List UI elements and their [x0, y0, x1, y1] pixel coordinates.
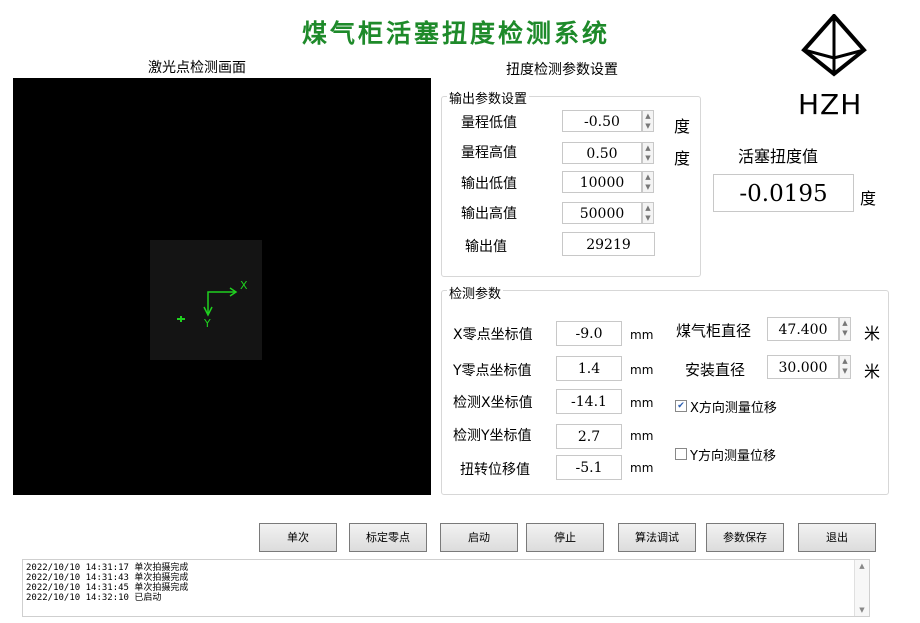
app-title: 煤气柜活塞扭度检测系统 — [301, 19, 610, 48]
save-params-button[interactable]: 参数保存 — [706, 523, 784, 552]
scroll-down-icon[interactable]: ▼ — [855, 604, 869, 616]
algorithm-debug-button[interactable]: 算法调试 — [618, 523, 696, 552]
install-unit: 米 — [864, 362, 881, 381]
twist-unit: 度 — [860, 189, 877, 208]
output-low-input[interactable]: 10000 — [562, 171, 642, 193]
install-label: 安装直径 — [685, 361, 746, 379]
range-low-input[interactable]: -0.50 — [562, 110, 642, 132]
exit-button[interactable]: 退出 — [798, 523, 876, 552]
diameter-label: 煤气柜直径 — [676, 322, 752, 340]
twist-disp-input[interactable]: -5.1 — [556, 455, 622, 480]
single-shot-button[interactable]: 单次 — [259, 523, 337, 552]
detect-group-title: 检测参数 — [447, 283, 504, 302]
log-line: 2022/10/10 14:31:43 单次拍摄完成 — [26, 573, 189, 583]
range-high-label: 量程高值 — [461, 145, 517, 161]
detect-x-label: 检测X坐标值 — [453, 395, 533, 411]
x-zero-input[interactable]: -9.0 — [556, 321, 622, 346]
x-direction-label[interactable]: X方向测量位移 — [690, 397, 777, 416]
y-zero-label: Y零点坐标值 — [453, 363, 532, 379]
x-zero-unit: mm — [630, 328, 654, 342]
scroll-up-icon[interactable]: ▲ — [855, 560, 869, 572]
output-high-spinner[interactable]: ▲ ▼ — [642, 202, 654, 224]
y-zero-unit: mm — [630, 363, 654, 377]
x-zero-label: X零点坐标值 — [453, 327, 533, 343]
diameter-unit: 米 — [864, 324, 881, 343]
camera-caption: 激光点检测画面 — [148, 60, 246, 76]
output-high-input[interactable]: 50000 — [562, 202, 642, 224]
log-line: 2022/10/10 14:32:10 已启动 — [26, 593, 162, 603]
range-high-input[interactable]: 0.50 — [562, 142, 642, 164]
twist-disp-unit: mm — [630, 461, 654, 475]
output-value-label: 输出值 — [465, 239, 507, 255]
start-button[interactable]: 启动 — [440, 523, 518, 552]
detect-x-input[interactable]: -14.1 — [556, 389, 622, 414]
y-direction-checkbox[interactable] — [675, 448, 687, 460]
install-spinner[interactable]: ▲ ▼ — [839, 355, 851, 379]
y-zero-input[interactable]: 1.4 — [556, 356, 622, 381]
detect-x-unit: mm — [630, 396, 654, 410]
logo-text: HZH — [798, 88, 863, 121]
detect-y-unit: mm — [630, 429, 654, 443]
output-low-label: 输出低值 — [461, 176, 517, 192]
range-low-label: 量程低值 — [461, 115, 517, 131]
log-scrollbar[interactable]: ▲ ▼ — [854, 560, 869, 616]
twist-value-display: -0.0195 — [713, 174, 854, 212]
detection-roi — [150, 240, 262, 360]
params-caption: 扭度检测参数设置 — [506, 62, 618, 78]
detect-y-input[interactable]: 2.7 — [556, 424, 622, 449]
diameter-spinner[interactable]: ▲ ▼ — [839, 317, 851, 341]
detect-y-label: 检测Y坐标值 — [453, 428, 532, 444]
install-input[interactable]: 30.000 — [767, 355, 839, 379]
log-line: 2022/10/10 14:31:45 单次拍摄完成 — [26, 583, 189, 593]
output-value-field: 29219 — [562, 232, 655, 256]
log-line: 2022/10/10 14:31:17 单次拍摄完成 — [26, 563, 189, 573]
diameter-input[interactable]: 47.400 — [767, 317, 839, 341]
axis-y-label: Y — [204, 317, 211, 330]
y-direction-label[interactable]: Y方向测量位移 — [690, 445, 776, 464]
twist-disp-label: 扭转位移值 — [460, 462, 530, 478]
range-low-unit: 度 — [674, 117, 691, 136]
output-group-title: 输出参数设置 — [447, 88, 530, 107]
axis-x-label: X — [240, 279, 248, 292]
twist-label: 活塞扭度值 — [738, 147, 819, 166]
output-low-spinner[interactable]: ▲ ▼ — [642, 171, 654, 193]
log-panel[interactable]: 2022/10/10 14:31:17 单次拍摄完成 2022/10/10 14… — [22, 559, 870, 617]
x-direction-checkbox[interactable]: ✔ — [675, 400, 687, 412]
output-high-label: 输出高值 — [461, 206, 517, 222]
logo-icon — [800, 12, 868, 82]
stop-button[interactable]: 停止 — [526, 523, 604, 552]
range-high-spinner[interactable]: ▲ ▼ — [642, 142, 654, 164]
range-low-spinner[interactable]: ▲ ▼ — [642, 110, 654, 132]
range-high-unit: 度 — [674, 149, 691, 168]
calibrate-zero-button[interactable]: 标定零点 — [349, 523, 427, 552]
